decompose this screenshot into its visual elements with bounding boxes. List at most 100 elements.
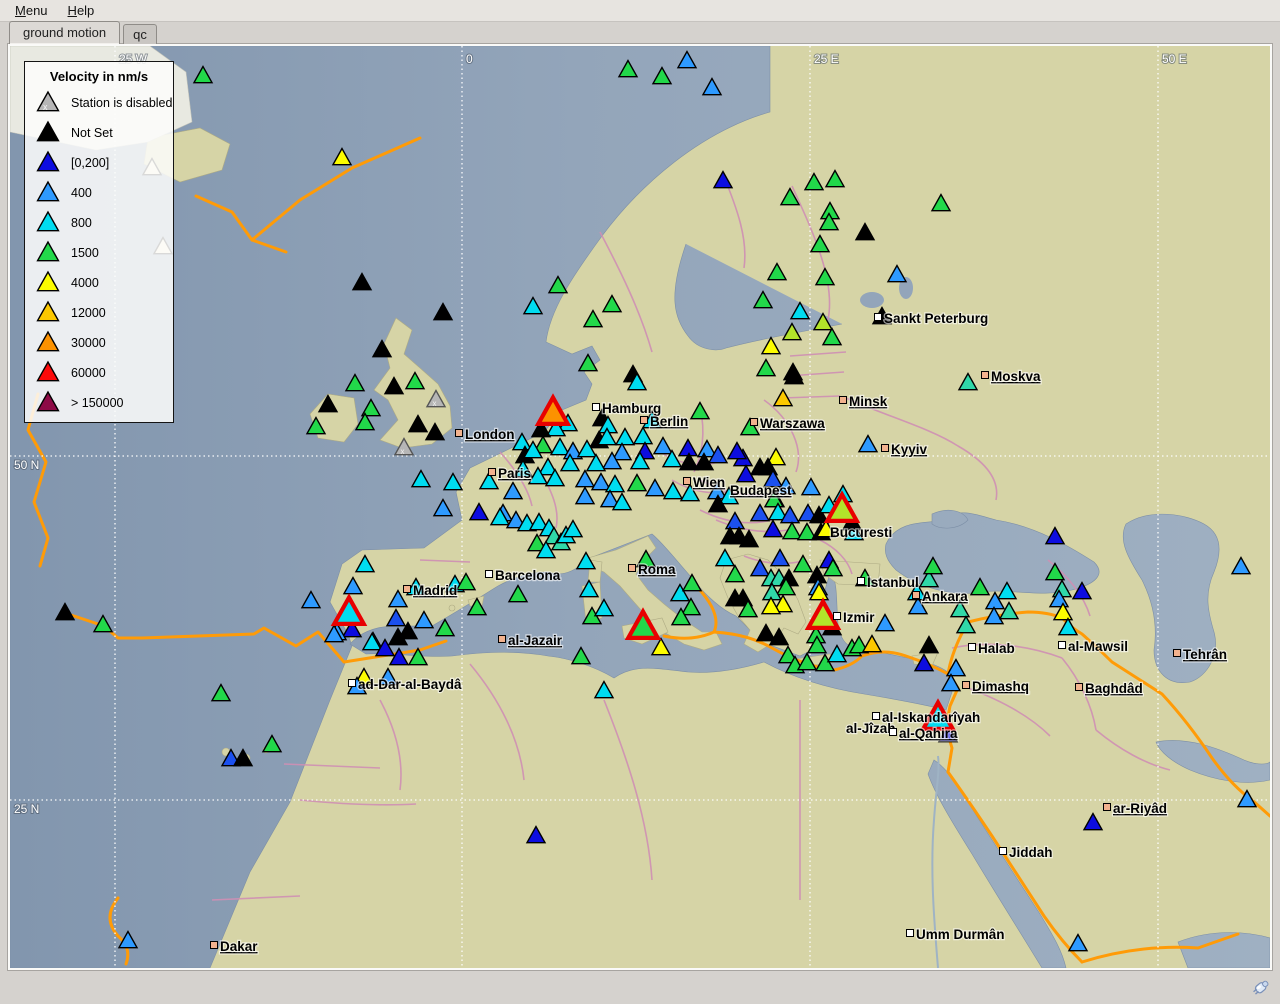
station-marker[interactable] (816, 269, 834, 285)
station-marker[interactable] (915, 655, 933, 671)
station-marker[interactable] (616, 429, 634, 445)
station-marker[interactable] (409, 416, 427, 432)
station-marker[interactable] (888, 266, 906, 282)
station-marker[interactable] (791, 303, 809, 319)
tab-ground-motion[interactable]: ground motion (9, 21, 120, 44)
station-marker[interactable] (985, 608, 1003, 624)
station-marker[interactable] (409, 649, 427, 665)
station-marker[interactable] (646, 480, 664, 496)
station-marker[interactable] (783, 523, 801, 539)
station-marker[interactable] (385, 378, 403, 394)
station-marker[interactable] (387, 610, 405, 626)
station-marker[interactable] (703, 79, 721, 95)
station-marker[interactable] (811, 236, 829, 252)
station-marker[interactable] (679, 440, 697, 456)
station-marker[interactable] (527, 827, 545, 843)
alert-station-marker[interactable] (538, 398, 567, 424)
station-marker[interactable] (1059, 619, 1077, 635)
station-marker[interactable] (415, 612, 433, 628)
station-marker[interactable] (613, 444, 631, 460)
station-marker[interactable] (959, 374, 977, 390)
station-marker[interactable] (434, 500, 452, 516)
station-marker[interactable] (444, 474, 462, 490)
station-marker[interactable] (94, 616, 112, 632)
tab-qc[interactable]: qc (123, 24, 157, 44)
station-marker[interactable] (1073, 583, 1091, 599)
station-marker[interactable] (390, 649, 408, 665)
station-marker[interactable] (826, 171, 844, 187)
station-marker[interactable] (716, 550, 734, 566)
station-marker[interactable] (576, 471, 594, 487)
station-marker[interactable] (595, 600, 613, 616)
station-marker[interactable] (307, 418, 325, 434)
alert-station-marker[interactable] (628, 612, 657, 638)
station-marker[interactable] (942, 675, 960, 691)
station-marker[interactable] (654, 438, 672, 454)
station-marker[interactable] (470, 504, 488, 520)
station-marker[interactable] (998, 583, 1016, 599)
station-marker[interactable] (373, 341, 391, 357)
station-marker[interactable] (551, 439, 569, 455)
station-marker[interactable] (771, 550, 789, 566)
station-marker[interactable] (1084, 814, 1102, 830)
station-marker[interactable] (302, 592, 320, 608)
station-marker[interactable] (774, 390, 792, 406)
station-marker[interactable] (595, 682, 613, 698)
station-marker[interactable] (504, 483, 522, 499)
station-marker[interactable] (957, 617, 975, 633)
station-marker[interactable] (798, 654, 816, 670)
station-marker[interactable] (524, 298, 542, 314)
station-marker[interactable] (426, 424, 444, 440)
station-marker[interactable] (764, 521, 782, 537)
station-marker[interactable] (814, 314, 832, 330)
station-marker[interactable] (691, 403, 709, 419)
menu-item-help[interactable]: Help (59, 1, 104, 20)
station-marker[interactable] (683, 575, 701, 591)
station-marker[interactable] (234, 750, 252, 766)
station-marker[interactable] (932, 195, 950, 211)
station-marker[interactable] (828, 646, 846, 662)
station-marker[interactable] (1069, 935, 1087, 951)
station-marker[interactable] (1046, 528, 1064, 544)
station-marker[interactable] (619, 61, 637, 77)
station-marker[interactable] (971, 579, 989, 595)
station-marker[interactable] (1046, 564, 1064, 580)
station-marker[interactable] (783, 324, 801, 340)
station-marker[interactable] (757, 625, 775, 641)
station-marker[interactable] (859, 436, 877, 452)
station-marker[interactable] (584, 311, 602, 327)
station-marker[interactable] (457, 574, 475, 590)
station-marker[interactable] (513, 434, 531, 450)
station-marker[interactable] (628, 475, 646, 491)
station-marker[interactable] (344, 578, 362, 594)
station-marker[interactable] (319, 396, 337, 412)
station-marker[interactable] (768, 264, 786, 280)
station-marker[interactable] (805, 174, 823, 190)
station-marker[interactable] (924, 558, 942, 574)
station-marker[interactable] (757, 360, 775, 376)
station-marker[interactable] (678, 52, 696, 68)
connection-plug-icon[interactable] (1248, 975, 1272, 999)
station-marker[interactable] (263, 736, 281, 752)
station-marker[interactable] (823, 329, 841, 345)
station-marker[interactable] (592, 474, 610, 490)
station-marker[interactable] (549, 277, 567, 293)
station-marker[interactable] (603, 296, 621, 312)
station-marker[interactable] (781, 189, 799, 205)
station-marker[interactable] (726, 566, 744, 582)
station-marker[interactable] (436, 620, 454, 636)
station-marker[interactable] (434, 304, 452, 320)
menu-item-menu[interactable]: Menu (6, 1, 57, 20)
station-marker[interactable] (56, 604, 74, 620)
station-marker[interactable] (664, 483, 682, 499)
alert-station-marker[interactable] (334, 598, 363, 624)
station-marker[interactable] (751, 560, 769, 576)
station-marker[interactable] (468, 599, 486, 615)
station-marker[interactable] (356, 556, 374, 572)
map-view[interactable]: 25 W025 E50 E50 N25 N xx LondonParisMadr… (8, 44, 1272, 970)
station-marker[interactable] (606, 476, 624, 492)
station-marker[interactable] (509, 586, 527, 602)
station-marker[interactable] (333, 149, 351, 165)
station-marker[interactable] (412, 471, 430, 487)
station-marker[interactable] (653, 68, 671, 84)
